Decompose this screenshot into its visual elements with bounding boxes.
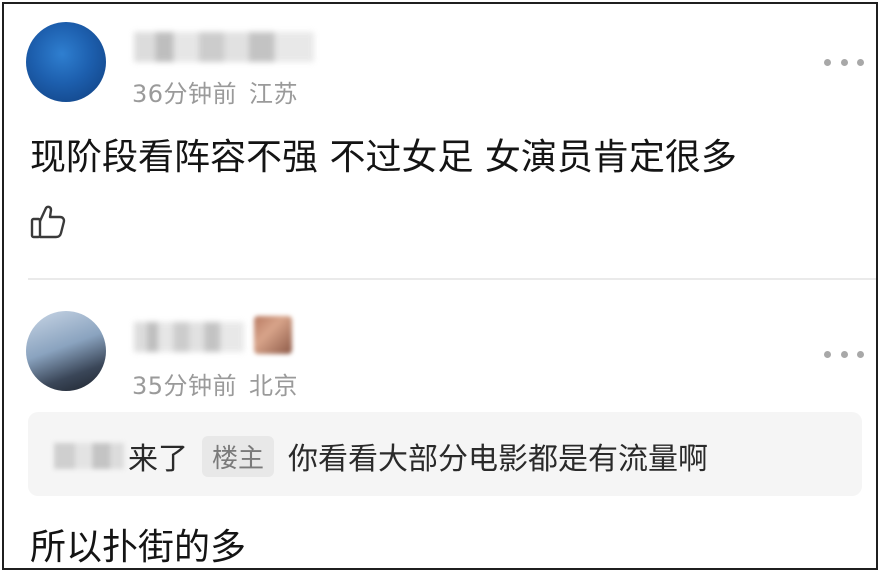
owner-tag: 楼主 — [202, 435, 275, 477]
more-dots-icon[interactable] — [824, 348, 864, 360]
quoted-reply[interactable]: 来了 楼主 你看看大部分电影都是有流量啊 — [28, 412, 862, 496]
comment-time: 36分钟前 — [132, 80, 238, 108]
user-badge-icon — [254, 316, 292, 354]
comment-meta: 36分钟前 江苏 — [132, 74, 298, 109]
more-dots-icon[interactable] — [824, 56, 864, 68]
quoted-reply-content: 来了 楼主 你看看大部分电影都是有流量啊 — [54, 434, 708, 478]
quoted-suffix: 来了 — [128, 442, 188, 477]
comment-location: 江苏 — [249, 80, 299, 108]
comments-panel: 36分钟前 江苏 现阶段看阵容不强 不过女足 女演员肯定很多 35分钟前 北京 来 — [2, 2, 878, 570]
quoted-username-blurred — [54, 443, 124, 469]
username-blurred[interactable] — [134, 32, 314, 62]
comment-meta: 35分钟前 北京 — [132, 366, 298, 401]
comment-text: 现阶段看阵容不强 不过女足 女演员肯定很多 — [30, 137, 737, 178]
avatar[interactable] — [26, 22, 106, 102]
avatar[interactable] — [26, 311, 106, 391]
divider — [28, 278, 876, 280]
username-blurred[interactable] — [134, 322, 244, 352]
thumbs-up-icon[interactable] — [28, 202, 68, 242]
comment-time: 35分钟前 — [132, 372, 238, 400]
comment-location: 北京 — [249, 372, 299, 400]
comment-text: 所以扑街的多 — [30, 527, 247, 568]
quoted-text: 你看看大部分电影都是有流量啊 — [288, 442, 709, 477]
